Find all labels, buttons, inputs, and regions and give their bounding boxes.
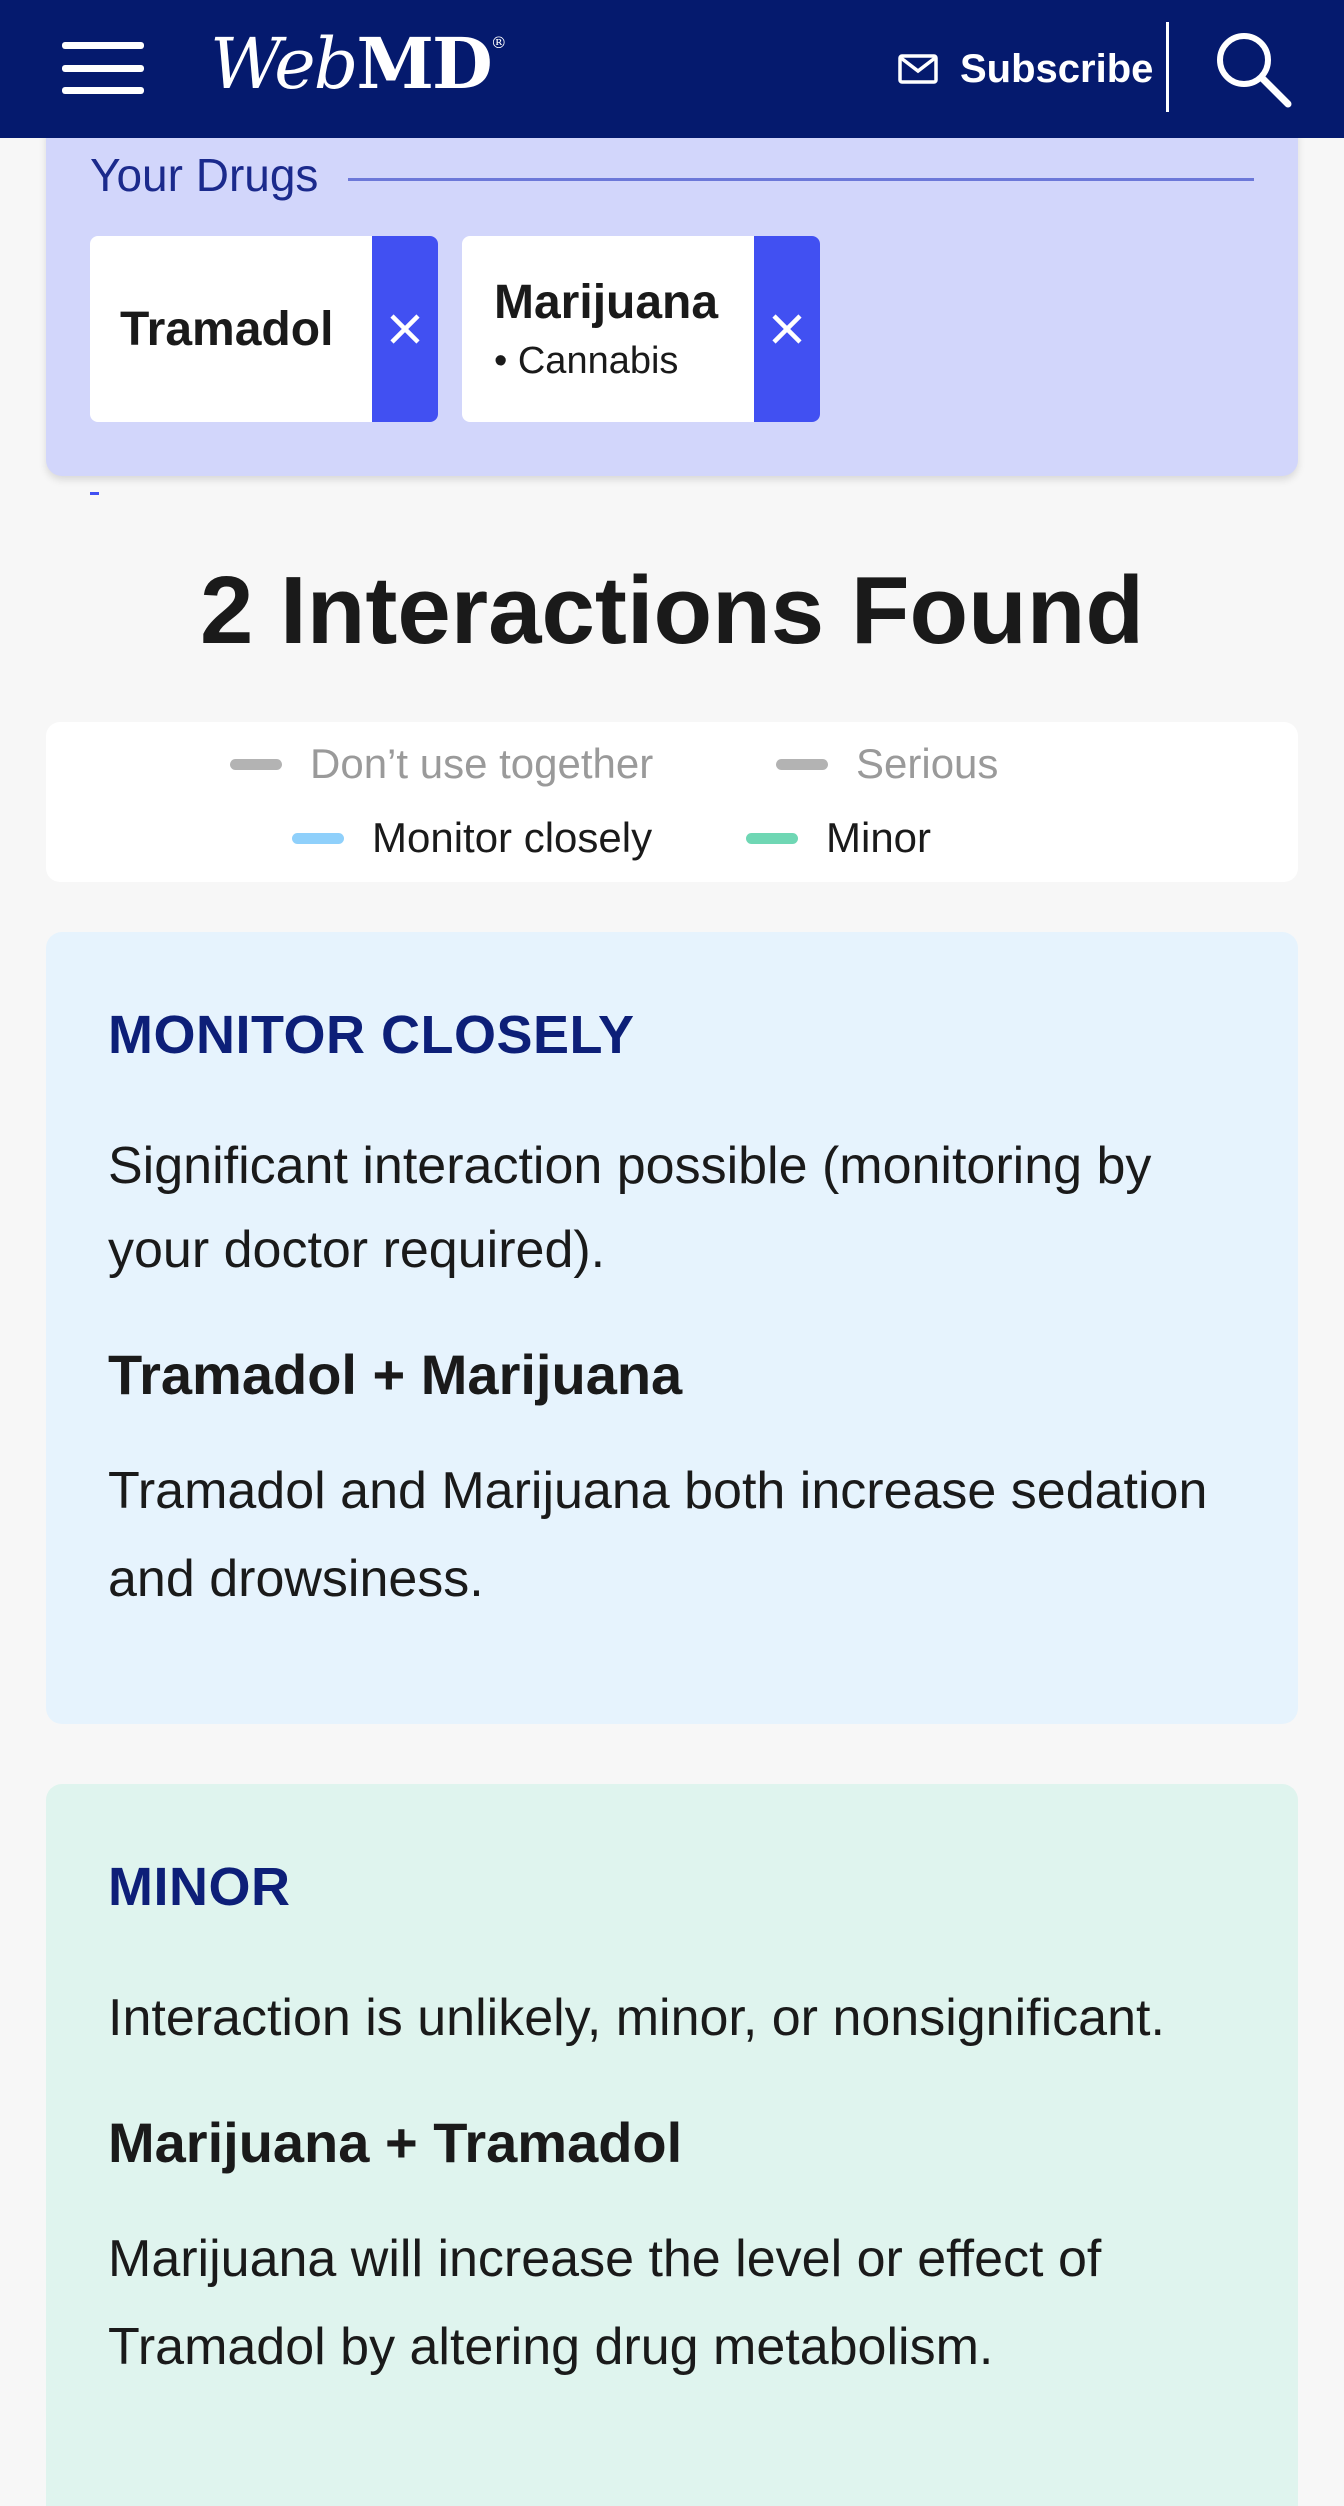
drug-chip-marijuana: Marijuana • Cannabis (462, 236, 820, 422)
drug-chip-tramadol: Tramadol (90, 236, 438, 422)
drug-chip-alias: • Cannabis (494, 340, 679, 382)
legend-label: Don’t use together (310, 740, 654, 787)
legend-swatch (776, 758, 828, 770)
header-divider (1166, 22, 1169, 112)
legend-swatch (746, 832, 798, 844)
legend-item-serious[interactable]: Serious (776, 740, 998, 788)
subscribe-label: Subscribe (960, 46, 1154, 91)
interaction-detail: Marijuana will increase the level or eff… (108, 2230, 1102, 2376)
legend-item-dont-use-together[interactable]: Don’t use together (230, 740, 653, 788)
interaction-detail: Tramadol and Marijuana both increase sed… (108, 1462, 1208, 1608)
drug-pair-title: Marijuana + Tramadol (108, 2111, 683, 2174)
remove-drug-button[interactable] (754, 236, 820, 422)
decorative-dash (90, 492, 99, 495)
severity-title: MONITOR CLOSELY (108, 1005, 635, 1065)
drug-pair-title: Tramadol + Marijuana (108, 1343, 683, 1406)
severity-title: MINOR (108, 1857, 291, 1917)
interaction-card-minor: MINOR Interaction is unlikely, minor, or… (46, 1784, 1298, 2506)
legend-swatch (292, 832, 344, 844)
menu-icon[interactable] (62, 42, 144, 94)
remove-drug-button[interactable] (372, 236, 438, 422)
interaction-card-monitor-closely: MONITOR CLOSELY Significant interaction … (46, 932, 1298, 1724)
severity-description: Interaction is unlikely, minor, or nonsi… (108, 1989, 1165, 2047)
site-header: WebMD® Subscribe (0, 0, 1344, 138)
legend-label: Minor (826, 814, 932, 861)
severity-legend: Don’t use together Serious Monitor close… (46, 722, 1298, 882)
subscribe-button[interactable]: Subscribe (898, 38, 1153, 100)
legend-label: Monitor closely (372, 814, 653, 861)
webmd-logo[interactable]: WebMD® (210, 22, 507, 105)
legend-item-monitor-closely[interactable]: Monitor closely (292, 814, 652, 862)
drug-chip-name: Tramadol (120, 302, 334, 356)
drug-chip-name: Marijuana (494, 276, 719, 329)
close-icon (390, 314, 420, 344)
legend-swatch (230, 758, 282, 770)
search-icon (1217, 33, 1292, 108)
severity-description: Significant interaction possible (monito… (108, 1137, 1152, 1279)
search-button[interactable] (1212, 28, 1294, 110)
legend-label: Serious (856, 740, 999, 787)
interactions-found-heading: 2 Interactions Found (199, 557, 1145, 664)
close-icon (772, 314, 802, 344)
title-rule (348, 178, 1254, 181)
mail-icon (898, 54, 938, 84)
your-drugs-title: Your Drugs (90, 149, 319, 201)
your-drugs-panel: Your Drugs Tramadol Marijuana • Cannabis (46, 130, 1298, 476)
legend-item-minor[interactable]: Minor (746, 814, 931, 862)
